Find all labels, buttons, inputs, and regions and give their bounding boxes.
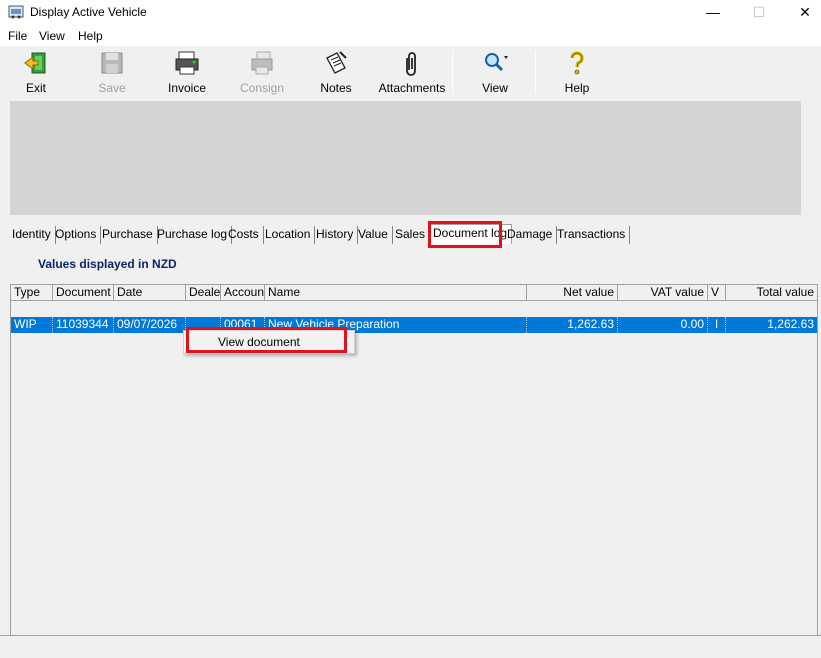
- view-label: View: [482, 81, 508, 95]
- filter-row: [11, 302, 817, 316]
- col-dealer[interactable]: Dealer: [186, 285, 221, 301]
- view-document-menu-item[interactable]: View document: [218, 335, 300, 349]
- col-name[interactable]: Name: [265, 285, 527, 301]
- table-row[interactable]: WIP 11039344 09/07/2026 00061 New Vehicl…: [11, 317, 817, 333]
- cell-vat-value: 0.00: [618, 317, 708, 333]
- vehicle-header-panel: [10, 101, 801, 215]
- tab-options[interactable]: Options: [51, 226, 102, 244]
- minimize-button[interactable]: —: [690, 0, 736, 26]
- tab-history[interactable]: History: [312, 226, 359, 244]
- cell-total-value: 1,262.63: [767, 317, 814, 331]
- grid-header: Type Document Date Dealer Account Name N…: [11, 285, 817, 301]
- help-button[interactable]: Help: [554, 50, 600, 96]
- tab-value[interactable]: Value: [354, 226, 393, 244]
- window-title: Display Active Vehicle: [30, 5, 147, 19]
- exit-label: Exit: [25, 81, 46, 95]
- consign-button[interactable]: Consign: [234, 50, 290, 96]
- status-divider: [0, 635, 821, 636]
- invoice-button[interactable]: Invoice: [160, 50, 214, 96]
- notes-label: Notes: [320, 81, 352, 95]
- paperclip-icon: [406, 52, 416, 76]
- col-net-value[interactable]: Net value: [527, 285, 618, 301]
- document-log-grid[interactable]: Type Document Date Dealer Account Name N…: [10, 284, 818, 636]
- cell-net-value: 1,262.63: [527, 317, 618, 333]
- exit-icon: [24, 52, 46, 74]
- notes-icon: [326, 51, 347, 74]
- cell-type: WIP: [11, 317, 53, 333]
- col-document[interactable]: Document: [53, 285, 114, 301]
- tab-sales[interactable]: Sales: [391, 226, 431, 244]
- menu-bar: File View Help: [0, 26, 821, 46]
- tab-document-log[interactable]: Document log: [428, 224, 513, 244]
- cell-v: I: [708, 317, 726, 333]
- title-bar: Display Active Vehicle — ☐ ✕: [0, 0, 821, 26]
- col-v[interactable]: V: [708, 285, 726, 301]
- cell-date: 09/07/2026: [114, 317, 186, 333]
- app-icon: [8, 5, 24, 19]
- save-label: Save: [98, 81, 126, 95]
- cell-document: 11039344: [53, 317, 114, 333]
- tab-costs[interactable]: Costs: [224, 226, 264, 244]
- col-account[interactable]: Account: [221, 285, 265, 301]
- menu-help[interactable]: Help: [78, 29, 103, 43]
- currency-note: Values displayed in NZD: [38, 257, 177, 271]
- exit-button[interactable]: Exit: [12, 50, 60, 96]
- toolbar-separator: [452, 50, 453, 94]
- tab-damage[interactable]: Damage: [503, 226, 558, 244]
- invoice-icon: [175, 51, 199, 75]
- close-button[interactable]: ✕: [782, 0, 821, 26]
- view-button[interactable]: View: [470, 50, 520, 96]
- col-total-value[interactable]: Total value: [726, 285, 817, 301]
- consign-icon: [251, 51, 273, 75]
- notes-button[interactable]: Notes: [312, 50, 360, 96]
- toolbar: Exit Save Invoice Consign Notes Attachme…: [0, 46, 821, 98]
- tab-identity[interactable]: Identity: [8, 226, 56, 244]
- tab-purchase-log[interactable]: Purchase log: [153, 226, 233, 244]
- context-menu: View document: [183, 330, 355, 354]
- tab-transactions[interactable]: Transactions: [553, 226, 631, 244]
- menu-file[interactable]: File: [8, 29, 27, 43]
- help-icon: [570, 51, 584, 75]
- col-type[interactable]: Type: [11, 285, 53, 301]
- maximize-button[interactable]: ☐: [736, 0, 782, 26]
- help-label: Help: [564, 81, 590, 95]
- magnifier-icon: [485, 53, 508, 72]
- attachments-button[interactable]: Attachments: [376, 50, 448, 96]
- col-vat-value[interactable]: VAT value: [618, 285, 708, 301]
- invoice-label: Invoice: [167, 81, 207, 95]
- toolbar-separator: [535, 50, 536, 94]
- col-date[interactable]: Date: [114, 285, 186, 301]
- consign-label: Consign: [239, 81, 285, 95]
- save-button[interactable]: Save: [88, 50, 136, 96]
- attachments-label: Attachments: [378, 81, 446, 95]
- save-icon: [101, 52, 123, 74]
- tab-location[interactable]: Location: [261, 226, 316, 244]
- tab-purchase[interactable]: Purchase: [98, 226, 158, 244]
- menu-view[interactable]: View: [39, 29, 65, 43]
